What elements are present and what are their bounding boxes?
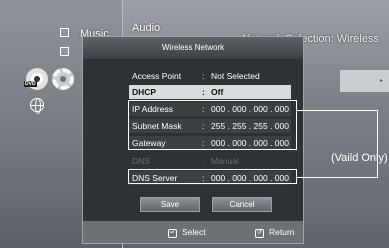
callout-bracket-vertical [377, 110, 378, 178]
field-value: Not Selected [211, 71, 260, 81]
save-button[interactable]: Save [140, 197, 200, 212]
tab-audio[interactable]: Audio [132, 22, 160, 34]
field-label: DHCP [132, 87, 157, 97]
field-label: DNS [132, 156, 150, 166]
music-icon [60, 28, 69, 37]
field-dns: DNS : Manual [129, 154, 291, 168]
field-colon: : [202, 156, 205, 166]
photo-icon [60, 47, 69, 56]
dialog-title: Wireless Network [83, 37, 303, 59]
ip-fields-highlight-box [128, 100, 297, 150]
field-access-point[interactable]: Access Point : Not Selected [129, 69, 291, 83]
dns-field-highlight-box [128, 169, 297, 184]
gear-icon[interactable] [52, 68, 74, 90]
cancel-button[interactable]: Cancel [212, 197, 272, 212]
return-key-icon: ↺ [255, 229, 264, 238]
field-value: Off [211, 87, 224, 97]
chevron-right-icon: ▸ [380, 78, 384, 84]
select-label: Select [182, 227, 206, 237]
return-hint[interactable]: ↺ Return [255, 225, 295, 239]
return-label: Return [269, 227, 295, 237]
callout-bracket-bottom [297, 177, 377, 178]
enter-key-icon: ↵ [168, 229, 177, 238]
field-label: Access Point [132, 71, 182, 81]
field-dhcp[interactable]: DHCP : Off [129, 85, 291, 99]
field-colon: : [202, 87, 205, 97]
callout-bracket-top [297, 110, 377, 111]
valid-only-text: (Vaild Only) [331, 152, 388, 164]
select-hint[interactable]: ↵ Select [168, 225, 206, 239]
field-colon: : [202, 71, 205, 81]
dialog-footer: ↵ Select ↺ Return [83, 221, 303, 243]
dvd-disc-icon[interactable]: DVD [24, 68, 48, 90]
field-value: Manual [211, 156, 239, 166]
dvd-badge: DVD [24, 81, 37, 87]
globe-icon[interactable] [30, 98, 44, 114]
